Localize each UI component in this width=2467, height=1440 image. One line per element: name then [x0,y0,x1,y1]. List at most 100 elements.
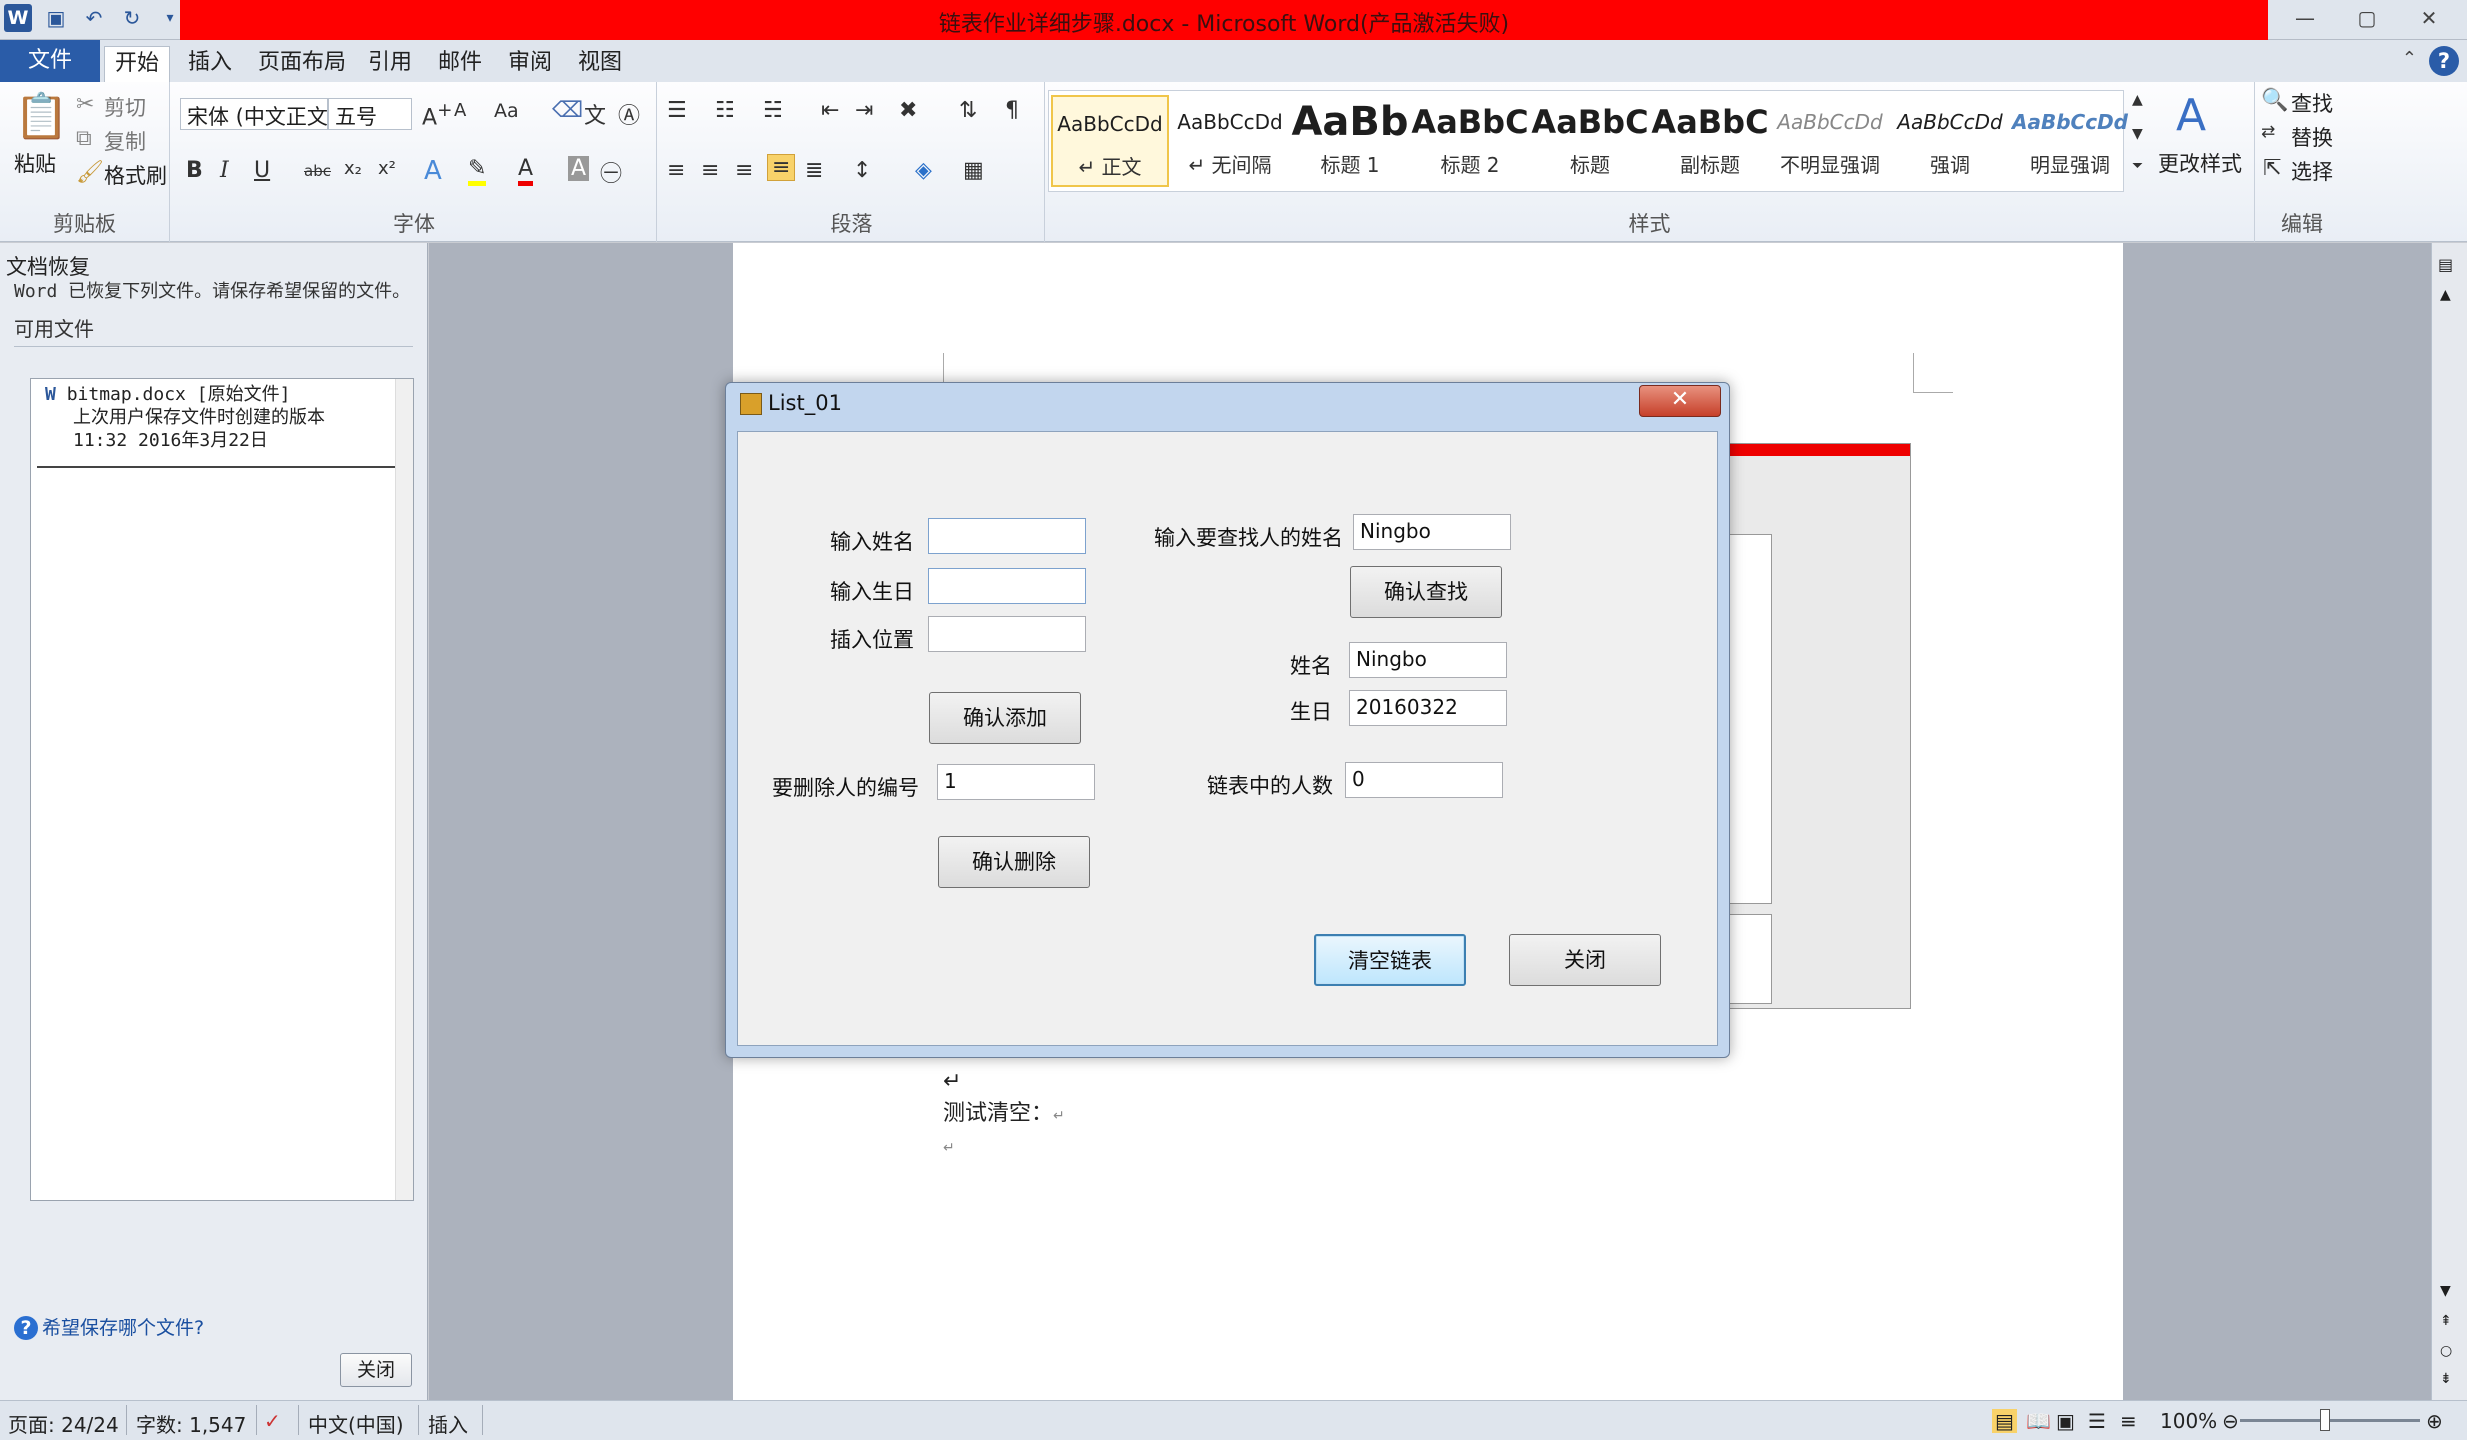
full-screen-reading-icon[interactable]: 📖 [2026,1409,2051,1433]
style-heading-1[interactable]: AaBb 标题 1 [1291,95,1409,187]
styles-scroll-up-icon[interactable]: ▲ [2132,92,2143,108]
zoom-level[interactable]: 100% [2160,1409,2217,1433]
shading-icon[interactable]: ◈ [915,158,932,183]
styles-scroll-down-icon[interactable]: ▼ [2132,126,2143,142]
result-name-output[interactable]: Ningbo [1349,642,1507,678]
scroll-down-icon[interactable]: ▼ [2440,1283,2451,1299]
font-color-icon[interactable]: A [518,156,534,186]
style-subtitle[interactable]: AaBbC 副标题 [1651,95,1769,187]
position-input[interactable] [928,616,1086,652]
tab-file[interactable]: 文件 [0,40,100,82]
style-heading-2[interactable]: AaBbC 标题 2 [1411,95,1529,187]
ribbon-minimize-icon[interactable]: ⌃ [2402,48,2417,69]
undo-icon[interactable]: ↶ [80,4,108,32]
underline-button[interactable]: U [254,158,270,183]
prev-page-icon[interactable]: ⇞ [2440,1313,2452,1329]
zoom-slider-thumb[interactable] [2320,1409,2330,1431]
copy-button[interactable]: 复制 [104,126,146,156]
next-page-icon[interactable]: ⇟ [2440,1371,2452,1387]
clear-format-icon[interactable]: ⌫ [552,98,583,123]
confirm-search-button[interactable]: 确认查找 [1350,566,1502,618]
scroll-up-icon[interactable]: ▲ [2440,287,2451,303]
help-icon[interactable]: ? [2429,46,2459,76]
shrink-font-icon[interactable]: A [454,100,466,121]
grow-font-icon[interactable]: A+ [422,100,452,130]
vertical-scrollbar[interactable]: ▤ ▲ ▼ ⇞ ○ ⇟ [2431,243,2467,1400]
text-effects-icon[interactable]: A [424,156,442,186]
word-app-icon[interactable]: W [4,4,32,32]
zoom-slider[interactable] [2240,1419,2420,1422]
char-shading-icon[interactable]: A [568,156,590,181]
clear-list-button[interactable]: 清空链表 [1314,934,1466,986]
zoom-in-icon[interactable]: ⊕ [2426,1409,2443,1433]
copy-icon[interactable]: ⧉ [76,126,92,151]
language-indicator[interactable]: 中文(中国) [308,1409,404,1438]
strikethrough-button[interactable]: abc [304,162,331,180]
style-intense-emphasis[interactable]: AaBbCcDd 明显强调 [2011,95,2129,187]
change-styles-button[interactable]: 更改样式 [2158,148,2242,178]
tab-view[interactable]: 视图 [568,46,632,82]
format-painter-icon[interactable]: 🖌 [76,160,104,185]
print-layout-icon[interactable]: ▤ [1992,1409,2017,1433]
italic-button[interactable]: I [220,158,229,183]
highlight-icon[interactable]: ✎ [468,156,487,186]
phonetic-icon[interactable]: 文 [584,98,606,130]
align-center-icon[interactable]: ≡ [701,158,719,183]
styles-more-icon[interactable]: ⏷ [2132,158,2143,174]
result-birthday-output[interactable]: 20160322 [1349,690,1507,726]
birthday-input[interactable] [928,568,1086,604]
style-normal[interactable]: AaBbCcDd ↵ 正文 [1051,95,1169,187]
cut-button[interactable]: 剪切 [104,92,146,122]
style-title[interactable]: AaBbC 标题 [1531,95,1649,187]
font-name-combo[interactable]: 宋体 (中文正文) [180,98,328,130]
delete-index-input[interactable]: 1 [937,764,1095,800]
recovery-help-link[interactable]: ? 希望保存哪个文件? [14,1313,204,1340]
select-button[interactable]: 选择 [2291,156,2333,186]
zoom-out-icon[interactable]: ⊖ [2222,1409,2239,1433]
tab-home[interactable]: 开始 [104,46,171,82]
find-icon[interactable]: 🔍 [2261,88,2288,113]
web-layout-icon[interactable]: ▣ [2056,1409,2075,1433]
qat-dropdown-icon[interactable]: ▾ [156,4,184,32]
recovery-close-button[interactable]: 关闭 [340,1353,412,1387]
line-spacing-icon[interactable]: ↕ [853,158,871,183]
close-window-button[interactable]: ✕ [2399,2,2459,34]
enclose-char-icon[interactable]: ㊀ [600,156,622,188]
align-right-icon[interactable]: ≡ [735,158,753,183]
replace-icon[interactable]: ⇄ [2261,122,2275,142]
change-case-icon[interactable]: Aa [494,100,519,122]
subscript-button[interactable]: x₂ [344,158,362,179]
insert-mode[interactable]: 插入 [428,1409,468,1438]
tab-review[interactable]: 审阅 [498,46,562,82]
sort-icon[interactable]: ⇅ [959,98,977,123]
browse-object-icon[interactable]: ○ [2440,1343,2452,1359]
recovery-file-item[interactable]: W bitmap.docx [原始文件] 上次用户保存文件时创建的版本 11:3… [37,379,407,468]
tab-insert[interactable]: 插入 [178,46,242,82]
justify-icon[interactable]: ≡ [767,154,796,181]
paste-icon[interactable]: 📋 [14,90,69,142]
paste-button[interactable]: 粘贴 [14,148,56,178]
tab-references[interactable]: 引用 [358,46,422,82]
bold-button[interactable]: B [186,158,203,183]
confirm-delete-button[interactable]: 确认删除 [938,836,1090,888]
change-styles-icon[interactable]: A [2176,90,2206,141]
cut-icon[interactable]: ✂ [76,92,94,117]
save-icon[interactable]: ▣ [42,4,70,32]
proofing-icon[interactable]: ✓ [264,1409,281,1433]
decrease-indent-icon[interactable]: ⇤ [821,98,839,123]
style-emphasis[interactable]: AaBbCcDd 强调 [1891,95,2009,187]
font-size-combo[interactable]: 五号 [328,98,412,130]
format-painter-button[interactable]: 格式刷 [104,160,167,190]
numbering-icon[interactable]: ☷ [715,98,735,123]
recovery-list-scrollbar[interactable] [395,379,413,1200]
tab-mailings[interactable]: 邮件 [428,46,492,82]
maximize-button[interactable]: ▢ [2337,2,2397,34]
name-input[interactable] [928,518,1086,554]
style-no-spacing[interactable]: AaBbCcDd ↵ 无间隔 [1171,95,1289,187]
bullets-icon[interactable]: ☰ [667,98,687,123]
borders-icon[interactable]: ▦ [963,158,984,183]
increase-indent-icon[interactable]: ⇥ [855,98,873,123]
multilevel-list-icon[interactable]: ☵ [763,98,783,123]
superscript-button[interactable]: x² [378,158,396,179]
find-button[interactable]: 查找 [2291,88,2333,118]
